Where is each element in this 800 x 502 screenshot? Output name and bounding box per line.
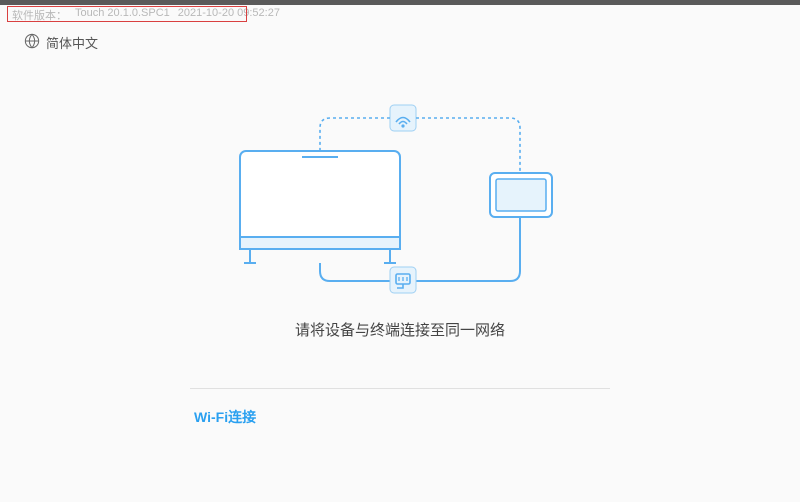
version-info: 软件版本： Touch 20.1.0.SPC1 2021-10-20 09:52… bbox=[0, 5, 800, 25]
language-label: 简体中文 bbox=[46, 33, 98, 52]
version-label: 软件版本： bbox=[12, 7, 67, 23]
version-timestamp: 2021-10-20 09:52:27 bbox=[178, 7, 280, 23]
network-illustration bbox=[180, 95, 620, 295]
language-selector[interactable]: 简体中文 bbox=[0, 25, 800, 60]
instruction-text: 请将设备与终端连接至同一网络 bbox=[180, 319, 620, 340]
globe-icon bbox=[24, 33, 40, 52]
divider bbox=[190, 388, 610, 389]
version-value: Touch 20.1.0.SPC1 bbox=[75, 7, 170, 23]
wifi-connect-button[interactable]: Wi-Fi连接 bbox=[190, 407, 610, 427]
